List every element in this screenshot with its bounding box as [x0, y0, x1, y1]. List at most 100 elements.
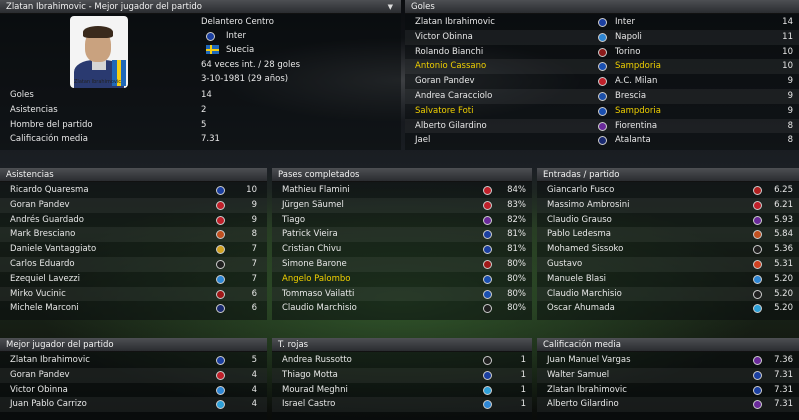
mejor-row[interactable]: Victor Obinna 4 — [0, 383, 267, 398]
player-name[interactable]: Tiago — [282, 213, 305, 228]
club-name[interactable]: Sampdoria — [615, 104, 661, 119]
player-name[interactable]: Victor Obinna — [10, 383, 68, 398]
player-nation[interactable]: Suecia — [226, 45, 254, 55]
pases-row[interactable]: Claudio Marchisio 80% — [272, 301, 532, 316]
player-name[interactable]: Angelo Palombo — [282, 272, 350, 287]
player-name[interactable]: Ricardo Quaresma — [10, 183, 89, 198]
rojas-row[interactable]: Mourad Meghni 1 — [272, 383, 532, 398]
entradas-row[interactable]: Giancarlo Fusco 6.25 — [537, 183, 799, 198]
player-name[interactable]: Tommaso Vailatti — [282, 287, 354, 302]
player-name[interactable]: Giancarlo Fusco — [547, 183, 614, 198]
rojas-row[interactable]: Israel Castro 1 — [272, 397, 532, 413]
calificacion-row[interactable]: Zlatan Ibrahimovic 7.31 — [537, 383, 799, 398]
player-name[interactable]: Claudio Marchisio — [547, 287, 622, 302]
pases-row[interactable]: Mathieu Flamini 84% — [272, 183, 532, 198]
player-name[interactable]: Jürgen Säumel — [282, 198, 344, 213]
asistencias-row[interactable]: Goran Pandev 9 — [0, 197, 267, 213]
goles-row[interactable]: Andrea Caracciolo Brescia 9 — [405, 89, 799, 104]
player-club[interactable]: Inter — [226, 31, 246, 41]
goles-row[interactable]: Zlatan Ibrahimovic Inter 14 — [405, 15, 799, 30]
player-name[interactable]: Claudio Grauso — [547, 213, 612, 228]
goles-row[interactable]: Goran Pandev A.C. Milan 9 — [405, 74, 799, 89]
entradas-row[interactable]: Claudio Grauso 5.93 — [537, 213, 799, 228]
club-name[interactable]: Brescia — [615, 89, 646, 104]
calificacion-row[interactable]: Walter Samuel 7.31 — [537, 367, 799, 383]
player-name[interactable]: Ezequiel Lavezzi — [10, 272, 80, 287]
entradas-row[interactable]: Oscar Ahumada 5.20 — [537, 301, 799, 316]
player-name[interactable]: Zlatan Ibrahimovic — [10, 353, 90, 368]
player-name[interactable]: Goran Pandev — [415, 74, 475, 89]
player-name[interactable]: Mark Bresciano — [10, 227, 75, 242]
mejor-row[interactable]: Zlatan Ibrahimovic 5 — [0, 353, 267, 368]
player-name[interactable]: Pablo Ledesma — [547, 227, 611, 242]
player-name[interactable]: Salvatore Foti — [415, 104, 473, 119]
goles-row[interactable]: Salvatore Foti Sampdoria 9 — [405, 104, 799, 119]
rojas-row[interactable]: Thiago Motta 1 — [272, 367, 532, 383]
player-name[interactable]: Daniele Vantaggiato — [10, 242, 96, 257]
pases-row[interactable]: Tommaso Vailatti 80% — [272, 286, 532, 302]
entradas-row[interactable]: Manuele Blasi 5.20 — [537, 272, 799, 287]
asistencias-row[interactable]: Mirko Vucinic 6 — [0, 286, 267, 302]
club-name[interactable]: Napoli — [615, 30, 642, 45]
asistencias-row[interactable]: Andrés Guardado 9 — [0, 213, 267, 228]
player-name[interactable]: Zlatan Ibrahimovic — [547, 383, 627, 398]
player-name[interactable]: Mirko Vucinic — [10, 287, 66, 302]
club-name[interactable]: Fiorentina — [615, 119, 657, 134]
mejor-row[interactable]: Goran Pandev 4 — [0, 367, 267, 383]
pases-row[interactable]: Simone Barone 80% — [272, 257, 532, 272]
club-name[interactable]: Atalanta — [615, 133, 651, 148]
player-name[interactable]: Jael — [415, 133, 430, 148]
mejor-row[interactable]: Juan Pablo Carrizo 4 — [0, 397, 267, 413]
entradas-row[interactable]: Mohamed Sissoko 5.36 — [537, 242, 799, 257]
asistencias-row[interactable]: Mark Bresciano 8 — [0, 227, 267, 243]
player-name[interactable]: Manuele Blasi — [547, 272, 606, 287]
player-name[interactable]: Goran Pandev — [10, 368, 70, 383]
pases-row[interactable]: Cristian Chivu 81% — [272, 242, 532, 257]
player-name[interactable]: Alberto Gilardino — [547, 397, 619, 412]
player-name[interactable]: Andrea Russotto — [282, 353, 352, 368]
entradas-row[interactable]: Pablo Ledesma 5.84 — [537, 227, 799, 243]
asistencias-row[interactable]: Daniele Vantaggiato 7 — [0, 242, 267, 257]
pases-row[interactable]: Tiago 82% — [272, 213, 532, 228]
player-name[interactable]: Mohamed Sissoko — [547, 242, 623, 257]
dropdown-arrow-icon[interactable]: ▼ — [388, 0, 393, 14]
player-name[interactable]: Michele Marconi — [10, 301, 79, 316]
player-name[interactable]: Andrea Caracciolo — [415, 89, 492, 104]
club-name[interactable]: A.C. Milan — [615, 74, 657, 89]
player-name[interactable]: Juan Pablo Carrizo — [10, 397, 87, 412]
player-name[interactable]: Victor Obinna — [415, 30, 473, 45]
rojas-row[interactable]: Andrea Russotto 1 — [272, 353, 532, 368]
player-name[interactable]: Juan Manuel Vargas — [547, 353, 631, 368]
asistencias-row[interactable]: Ezequiel Lavezzi 7 — [0, 272, 267, 287]
player-name[interactable]: Carlos Eduardo — [10, 257, 75, 272]
goles-row[interactable]: Victor Obinna Napoli 11 — [405, 29, 799, 45]
goles-row[interactable]: Alberto Gilardino Fiorentina 8 — [405, 118, 799, 134]
player-name[interactable]: Patrick Vieira — [282, 227, 338, 242]
player-name[interactable]: Cristian Chivu — [282, 242, 341, 257]
club-name[interactable]: Sampdoria — [615, 59, 661, 74]
goles-row[interactable]: Jael Atalanta 8 — [405, 133, 799, 148]
goles-row[interactable]: Rolando Bianchi Torino 10 — [405, 45, 799, 60]
pases-row[interactable]: Angelo Palombo 80% — [272, 272, 532, 287]
player-name[interactable]: Mourad Meghni — [282, 383, 348, 398]
goles-row[interactable]: Antonio Cassano Sampdoria 10 — [405, 59, 799, 75]
club-name[interactable]: Torino — [615, 45, 640, 60]
player-name[interactable]: Andrés Guardado — [10, 213, 84, 228]
player-name[interactable]: Oscar Ahumada — [547, 301, 615, 316]
player-name[interactable]: Thiago Motta — [282, 368, 338, 383]
entradas-row[interactable]: Gustavo 5.31 — [537, 257, 799, 272]
asistencias-row[interactable]: Ricardo Quaresma 10 — [0, 183, 267, 198]
player-name[interactable]: Claudio Marchisio — [282, 301, 357, 316]
pases-row[interactable]: Jürgen Säumel 83% — [272, 197, 532, 213]
player-name[interactable]: Gustavo — [547, 257, 582, 272]
player-name[interactable]: Israel Castro — [282, 397, 335, 412]
player-name[interactable]: Goran Pandev — [10, 198, 70, 213]
entradas-row[interactable]: Claudio Marchisio 5.20 — [537, 286, 799, 302]
player-panel-header[interactable]: Zlatan Ibrahimovic - Mejor jugador del p… — [0, 0, 401, 14]
player-name[interactable]: Mathieu Flamini — [282, 183, 350, 198]
player-name[interactable]: Antonio Cassano — [415, 59, 486, 74]
player-name[interactable]: Rolando Bianchi — [415, 45, 483, 60]
player-name[interactable]: Alberto Gilardino — [415, 119, 487, 134]
player-name[interactable]: Simone Barone — [282, 257, 347, 272]
calificacion-row[interactable]: Alberto Gilardino 7.31 — [537, 397, 799, 413]
